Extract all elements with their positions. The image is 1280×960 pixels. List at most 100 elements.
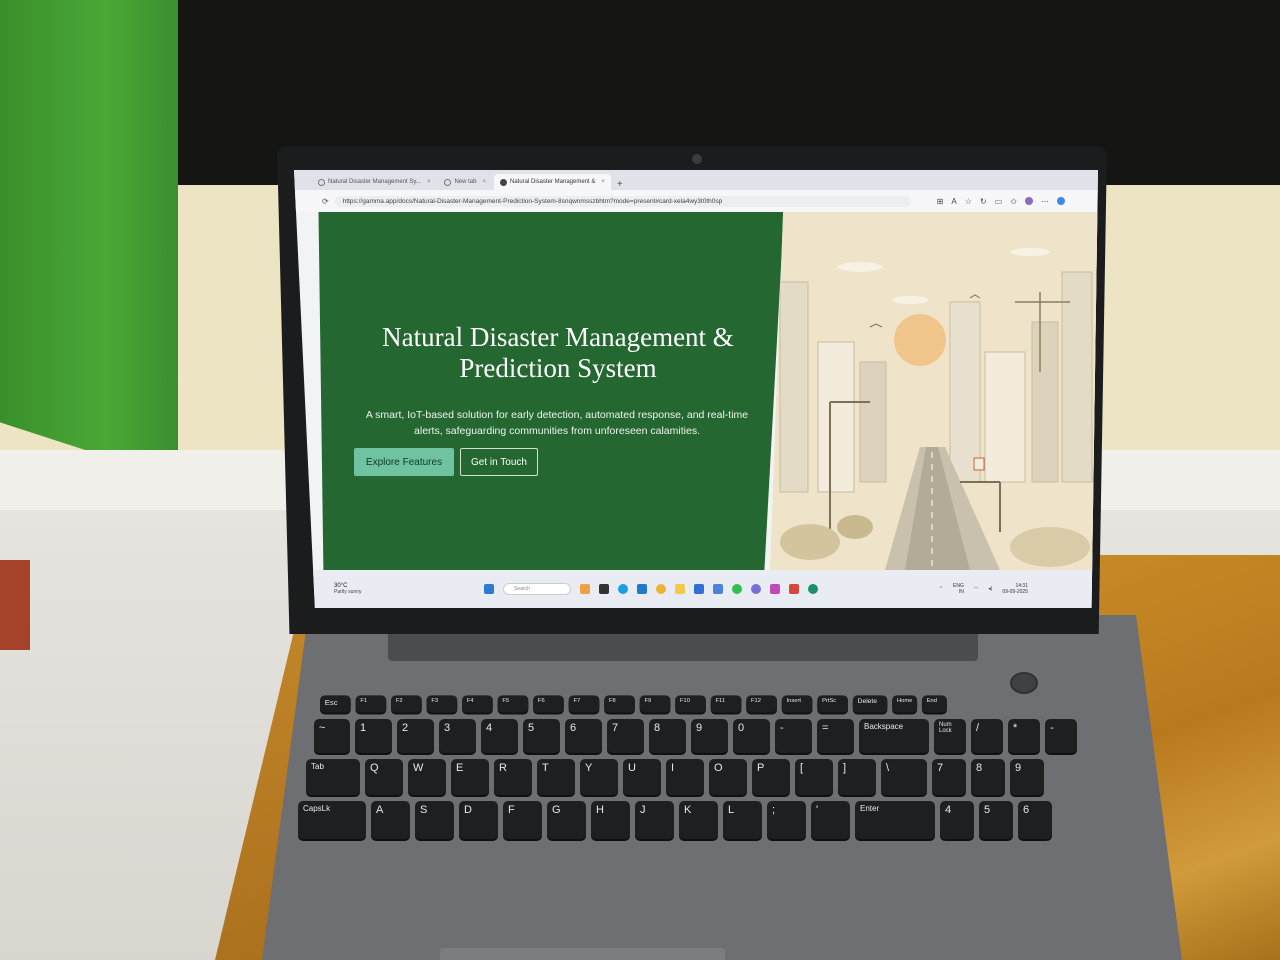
key[interactable]: P	[752, 759, 790, 795]
key[interactable]: 4	[481, 719, 518, 753]
key[interactable]: E	[451, 759, 489, 795]
key[interactable]: F6	[533, 695, 564, 713]
browser-tab[interactable]: Natural Disaster Management Sy... ×	[312, 174, 436, 190]
key[interactable]: F12	[746, 695, 777, 713]
wifi-icon[interactable]: ◠	[974, 586, 978, 592]
weather-widget[interactable]: 30°C Partly sunny	[334, 583, 404, 595]
key[interactable]: U	[623, 759, 661, 795]
favorites-icon[interactable]: ✩	[1010, 197, 1017, 206]
taskbar-clock[interactable]: 14:31 09-09-2025	[1002, 583, 1028, 595]
trackpad[interactable]	[440, 948, 725, 960]
key[interactable]: Backspace	[859, 719, 929, 753]
key[interactable]: I	[666, 759, 704, 795]
file-explorer-icon[interactable]	[675, 584, 685, 594]
key[interactable]: Enter	[855, 801, 935, 839]
task-view-icon[interactable]	[599, 584, 609, 594]
explore-features-button[interactable]: Explore Features	[354, 448, 454, 476]
favorite-icon[interactable]: ☆	[965, 197, 972, 206]
get-in-touch-button[interactable]: Get in Touch	[460, 448, 538, 476]
key[interactable]: G	[547, 801, 586, 839]
key[interactable]: \	[881, 759, 927, 795]
edge-icon[interactable]	[618, 584, 628, 594]
key[interactable]: F2	[391, 695, 422, 713]
key[interactable]: A	[371, 801, 410, 839]
close-icon[interactable]: ×	[601, 179, 605, 185]
refresh-icon[interactable]: ↻	[980, 197, 987, 206]
key[interactable]: O	[709, 759, 747, 795]
key[interactable]: -	[1045, 719, 1077, 753]
key[interactable]: F10	[675, 695, 706, 713]
key[interactable]: F3	[426, 695, 458, 713]
vscode-icon[interactable]	[637, 584, 647, 594]
key[interactable]: -	[775, 719, 812, 753]
new-tab-icon[interactable]: +	[617, 179, 623, 190]
widgets-icon[interactable]	[580, 584, 590, 594]
apps-icon[interactable]: ⊞	[937, 197, 944, 206]
power-button[interactable]	[1010, 672, 1038, 694]
mail-icon[interactable]	[694, 584, 704, 594]
key[interactable]: F	[503, 801, 542, 839]
key[interactable]: 4	[940, 801, 974, 839]
key[interactable]: '	[811, 801, 850, 839]
taskbar-search[interactable]: Search	[503, 583, 571, 595]
key[interactable]: [	[795, 759, 833, 795]
key[interactable]: Num Lock	[934, 719, 966, 753]
key[interactable]: 6	[565, 719, 602, 753]
whatsapp-icon[interactable]	[732, 584, 742, 594]
key[interactable]: 9	[1010, 759, 1044, 795]
key[interactable]: 7	[932, 759, 966, 795]
copilot-icon[interactable]	[1056, 196, 1065, 205]
key[interactable]: H	[591, 801, 630, 839]
key[interactable]: 8	[971, 759, 1005, 795]
key[interactable]: Y	[580, 759, 618, 795]
key[interactable]: 3	[439, 719, 476, 753]
reload-icon[interactable]: ⟳	[322, 197, 329, 206]
key[interactable]: *	[1008, 719, 1040, 753]
key[interactable]: K	[679, 801, 718, 839]
windows-start-icon[interactable]	[484, 584, 494, 594]
key[interactable]: /	[971, 719, 1003, 753]
key[interactable]: 5	[523, 719, 560, 753]
key[interactable]: S	[415, 801, 454, 839]
more-icon[interactable]: ⋯	[1041, 197, 1049, 206]
edge-dev-icon[interactable]	[808, 584, 818, 594]
key[interactable]: D	[459, 801, 498, 839]
key[interactable]: PrtSc	[817, 695, 848, 713]
key[interactable]: Q	[365, 759, 403, 795]
key[interactable]: F5	[497, 695, 529, 713]
key[interactable]: ]	[838, 759, 876, 795]
key[interactable]: F8	[604, 695, 635, 713]
browser-tab[interactable]: New tab ×	[438, 174, 492, 190]
key[interactable]: T	[537, 759, 575, 795]
key[interactable]: 1	[355, 719, 392, 753]
key[interactable]: 9	[691, 719, 728, 753]
key[interactable]: Home	[892, 695, 918, 713]
key[interactable]: F7	[568, 695, 600, 713]
chevron-up-icon[interactable]: ⌃	[939, 586, 943, 592]
key[interactable]: =	[817, 719, 854, 753]
key[interactable]: F1	[355, 695, 387, 713]
close-icon[interactable]: ×	[427, 179, 431, 185]
language-indicator[interactable]: ENG IN	[953, 583, 964, 595]
store-icon[interactable]	[713, 584, 723, 594]
chrome-icon[interactable]	[656, 584, 666, 594]
key[interactable]: F9	[639, 695, 671, 713]
key[interactable]: J	[635, 801, 674, 839]
read-aloud-icon[interactable]: A	[951, 197, 956, 206]
key[interactable]: ;	[767, 801, 806, 839]
address-input[interactable]: https://gamma.app/docs/Natural-Disaster-…	[334, 195, 911, 207]
key[interactable]: End	[921, 695, 947, 713]
key[interactable]: L	[723, 801, 762, 839]
close-icon[interactable]: ×	[482, 179, 486, 185]
key[interactable]: 6	[1018, 801, 1052, 839]
browser-tab-active[interactable]: Natural Disaster Management & ×	[493, 174, 611, 190]
key[interactable]: R	[494, 759, 532, 795]
key[interactable]: 0	[733, 719, 770, 753]
key[interactable]: Esc	[320, 695, 351, 713]
key[interactable]: CapsLk	[298, 801, 366, 839]
key[interactable]: Insert	[781, 695, 813, 713]
powerpoint-icon[interactable]	[789, 584, 799, 594]
key[interactable]: 7	[607, 719, 644, 753]
key[interactable]: 2	[397, 719, 434, 753]
profile-icon[interactable]	[1024, 196, 1033, 205]
